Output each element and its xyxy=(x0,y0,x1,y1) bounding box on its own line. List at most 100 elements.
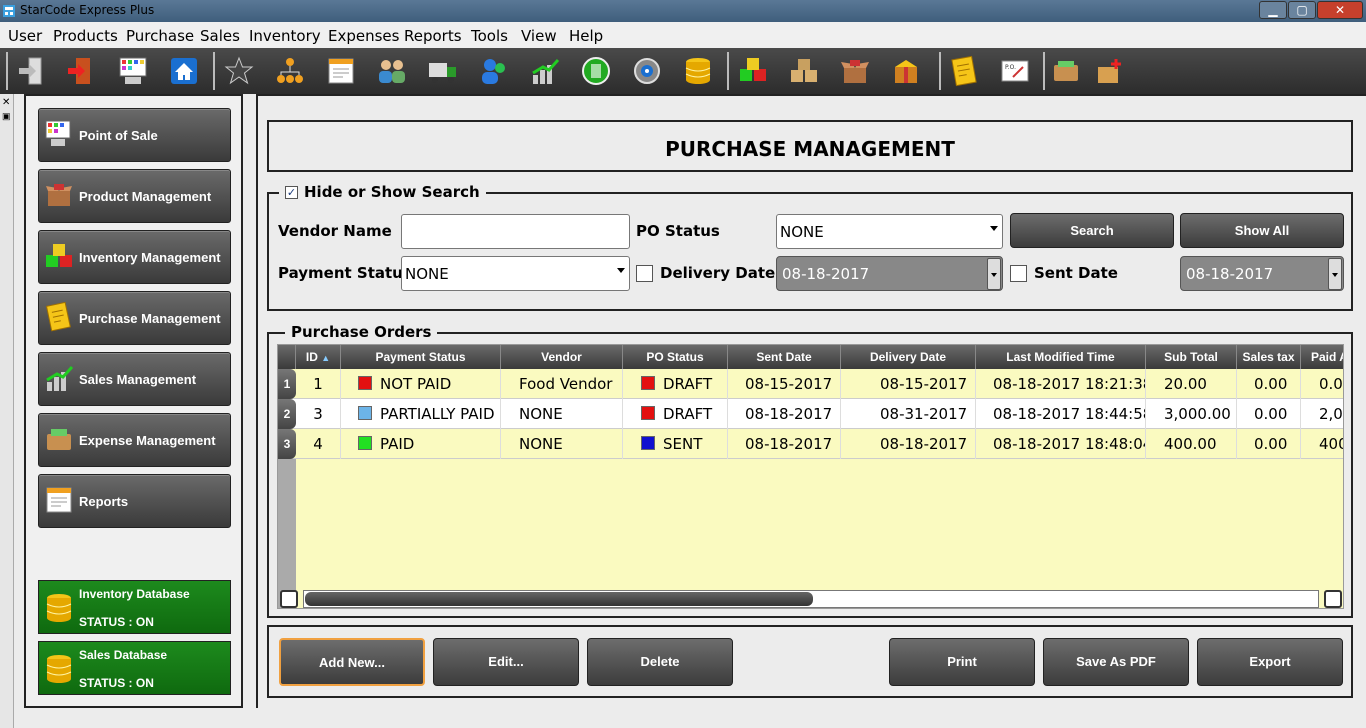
database-icon[interactable] xyxy=(682,55,714,87)
menu-expenses[interactable]: Expenses xyxy=(328,27,399,45)
users-group-icon[interactable] xyxy=(376,55,408,87)
column-header-vendor[interactable]: Vendor xyxy=(501,345,623,369)
menu-help[interactable]: Help xyxy=(569,27,603,45)
chevron-down-icon[interactable] xyxy=(987,258,1001,290)
menu-purchase[interactable]: Purchase xyxy=(126,27,194,45)
row-number[interactable]: 2 xyxy=(278,399,296,429)
customers-icon[interactable] xyxy=(478,55,510,87)
minimize-button[interactable]: ▁ xyxy=(1259,1,1287,19)
inventory-boxes-icon[interactable] xyxy=(737,55,769,87)
nav-expense-management[interactable]: Expense Management xyxy=(38,413,231,467)
column-header-payment-status[interactable]: Payment Status xyxy=(341,345,501,369)
close-icon[interactable]: ✕ xyxy=(2,97,10,108)
column-header-last-modified[interactable]: Last Modified Time xyxy=(976,345,1146,369)
wallet-icon[interactable] xyxy=(1050,55,1082,87)
column-header-sub-total[interactable]: Sub Total xyxy=(1146,345,1237,369)
menu-inventory[interactable]: Inventory xyxy=(249,27,321,45)
menu-view[interactable]: View xyxy=(521,27,557,45)
payment-status-select[interactable]: NONE xyxy=(401,256,630,291)
package-stack-icon[interactable] xyxy=(788,55,820,87)
delivery-date-picker[interactable]: 08-18-2017 xyxy=(776,256,1003,291)
nav-label: Sales Management xyxy=(79,372,197,387)
column-header-delivery-date[interactable]: Delivery Date xyxy=(841,345,976,369)
chevron-down-icon[interactable] xyxy=(1328,258,1342,290)
cell-paid: 2,00 xyxy=(1301,399,1343,429)
column-header-paid[interactable]: Paid A xyxy=(1301,345,1343,369)
document-icon[interactable] xyxy=(325,55,357,87)
cell-delivery-date: 08-18-2017 xyxy=(841,429,976,459)
status-color-swatch xyxy=(641,376,655,390)
home-icon[interactable] xyxy=(168,55,200,87)
print-button[interactable]: Print xyxy=(889,638,1035,686)
sales-chart-icon[interactable] xyxy=(529,55,561,87)
show-all-button[interactable]: Show All xyxy=(1180,213,1344,248)
row-number[interactable]: 3 xyxy=(278,429,296,459)
menu-sales[interactable]: Sales xyxy=(200,27,240,45)
column-header-id[interactable]: ID ▲ xyxy=(296,345,341,369)
cell-sent-date: 08-15-2017 xyxy=(728,369,841,399)
pos-terminal-icon[interactable] xyxy=(117,55,149,87)
cell-sent-date: 08-18-2017 xyxy=(728,399,841,429)
vendor-name-input[interactable] xyxy=(401,214,630,249)
settings-icon[interactable] xyxy=(631,55,663,87)
column-header-sales-tax[interactable]: Sales tax xyxy=(1237,345,1301,369)
scroll-right-button[interactable] xyxy=(1324,590,1342,608)
po-status-select[interactable]: NONE xyxy=(776,214,1003,249)
purchase-orders-table[interactable]: ID ▲ Payment Status Vendor PO Status Sen… xyxy=(277,344,1344,609)
menu-reports[interactable]: Reports xyxy=(404,27,462,45)
table-header: ID ▲ Payment Status Vendor PO Status Sen… xyxy=(278,345,1343,369)
invoice-icon[interactable]: P.O. xyxy=(999,55,1031,87)
delivery-date-checkbox[interactable] xyxy=(636,265,653,282)
edit-button[interactable]: Edit... xyxy=(433,638,579,686)
navigation-panel: Point of Sale Product Management Invento… xyxy=(24,94,243,708)
nav-product-management[interactable]: Product Management xyxy=(38,169,231,223)
column-header-sent-date[interactable]: Sent Date xyxy=(728,345,841,369)
menu-products[interactable]: Products xyxy=(53,27,118,45)
menu-tools[interactable]: Tools xyxy=(471,27,508,45)
row-number[interactable]: 1 xyxy=(278,369,296,399)
horizontal-scrollbar[interactable] xyxy=(303,590,1319,608)
nav-reports[interactable]: Reports xyxy=(38,474,231,528)
save-as-pdf-button[interactable]: Save As PDF xyxy=(1043,638,1189,686)
nav-label: Product Management xyxy=(79,189,212,204)
scrollbar-thumb[interactable] xyxy=(305,592,813,606)
cell-paid: 0.00 xyxy=(1301,369,1343,399)
delete-button[interactable]: Delete xyxy=(587,638,733,686)
sent-date-picker[interactable]: 08-18-2017 xyxy=(1180,256,1344,291)
nav-inventory-management[interactable]: Inventory Management xyxy=(38,230,231,284)
open-box-icon[interactable] xyxy=(839,55,871,87)
table-row[interactable]: 1 1 NOT PAID Food Vendor DRAFT 08-15-201… xyxy=(278,369,1343,399)
nav-sales-management[interactable]: Sales Management xyxy=(38,352,231,406)
star-icon[interactable] xyxy=(223,55,255,87)
export-icon[interactable] xyxy=(1094,55,1126,87)
cell-payment-status: PAID xyxy=(341,429,501,459)
table-row[interactable]: 2 3 PARTIALLY PAID NONE DRAFT 08-18-2017… xyxy=(278,399,1343,429)
database-name: Sales Database xyxy=(79,648,168,662)
pos-terminal-icon xyxy=(45,120,71,146)
restore-icon[interactable]: ▣ xyxy=(2,111,11,122)
green-circle-icon[interactable] xyxy=(580,55,612,87)
scroll-left-button[interactable] xyxy=(280,590,298,608)
sales-database-status: Sales Database STATUS : ON xyxy=(38,641,231,695)
export-button[interactable]: Export xyxy=(1197,638,1343,686)
hide-search-checkbox[interactable]: ✓ xyxy=(285,186,298,199)
delivery-truck-icon[interactable] xyxy=(427,55,459,87)
nav-point-of-sale[interactable]: Point of Sale xyxy=(38,108,231,162)
sent-date-checkbox[interactable] xyxy=(1010,265,1027,282)
cell-sales-tax: 0.00 xyxy=(1237,399,1301,429)
add-new-button[interactable]: Add New... xyxy=(279,638,425,686)
org-chart-icon[interactable] xyxy=(274,55,306,87)
search-button[interactable]: Search xyxy=(1010,213,1174,248)
close-button[interactable]: ✕ xyxy=(1317,1,1363,19)
column-header xyxy=(278,345,296,369)
purchase-order-icon[interactable] xyxy=(948,55,980,87)
maximize-button[interactable]: ▢ xyxy=(1288,1,1316,19)
table-row[interactable]: 3 4 PAID NONE SENT 08-18-2017 08-18-2017… xyxy=(278,429,1343,459)
column-header-po-status[interactable]: PO Status xyxy=(623,345,728,369)
gold-box-icon[interactable] xyxy=(890,55,922,87)
cell-delivery-date: 08-15-2017 xyxy=(841,369,976,399)
login-icon[interactable] xyxy=(15,55,47,87)
nav-purchase-management[interactable]: Purchase Management xyxy=(38,291,231,345)
logout-icon[interactable] xyxy=(66,55,98,87)
menu-user[interactable]: User xyxy=(8,27,42,45)
